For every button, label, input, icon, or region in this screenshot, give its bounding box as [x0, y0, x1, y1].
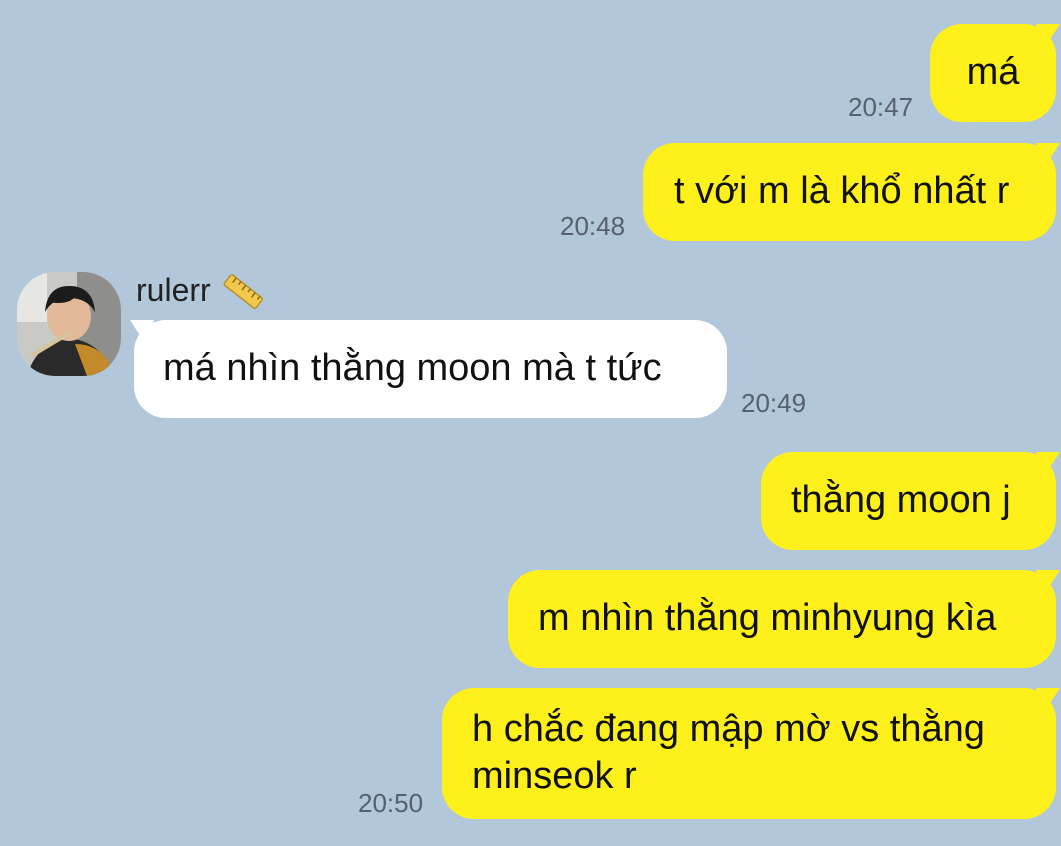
outgoing-message-bubble[interactable]: thằng moon j: [761, 452, 1056, 550]
sender-avatar[interactable]: [17, 272, 121, 376]
message-text: m nhìn thằng minhyung kìa: [538, 597, 997, 639]
message-text: má nhìn thằng moon mà t tức: [163, 347, 662, 389]
message-text: má: [966, 51, 1020, 93]
outgoing-message-bubble[interactable]: m nhìn thằng minhyung kìa: [508, 570, 1056, 668]
outgoing-message-bubble[interactable]: h chắc đang mập mờ vs thằng minseok r: [442, 688, 1056, 819]
outgoing-message-bubble[interactable]: t với m là khổ nhất r: [643, 143, 1056, 241]
message-text: thằng moon j: [791, 479, 1011, 521]
message-timestamp: 20:50: [358, 788, 424, 818]
message-timestamp: 20:48: [560, 211, 626, 241]
message-timestamp: 20:47: [848, 92, 914, 122]
sender-name: rulerr: [136, 272, 211, 308]
bubble-tail: [1036, 452, 1060, 480]
avatar-photo-icon: [17, 272, 121, 376]
message-text: h chắc đang mập mờ vs thằng minseok r: [472, 708, 985, 797]
message-timestamp: 20:49: [741, 388, 807, 418]
bubble-tail: [1036, 24, 1060, 52]
bubble-tail: [1036, 570, 1060, 598]
bubble-tail: [1036, 143, 1060, 171]
ruler-icon: [223, 274, 264, 309]
incoming-message-bubble[interactable]: má nhìn thằng moon mà t tức: [134, 320, 727, 418]
chat-area: 20:47 má 20:48 t với m là khổ nhất r rul…: [0, 0, 1061, 846]
bubble-tail: [1036, 688, 1060, 716]
message-text: t với m là khổ nhất r: [674, 170, 1010, 212]
